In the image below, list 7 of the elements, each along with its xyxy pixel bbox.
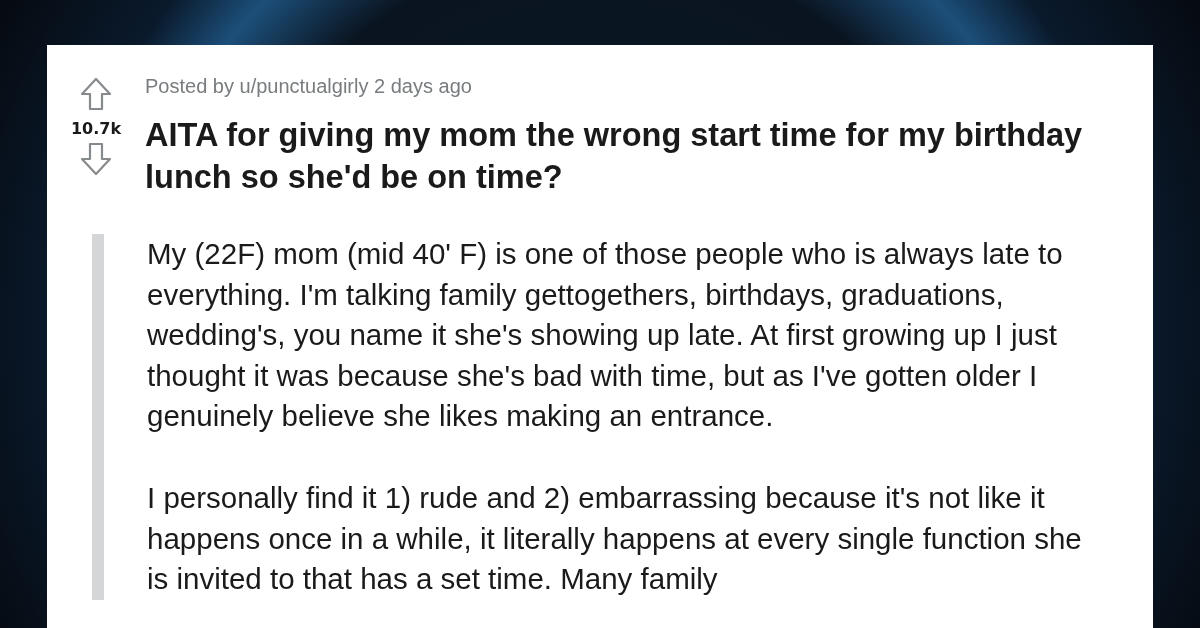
upvote-icon[interactable] (80, 77, 112, 111)
body-paragraph: My (22F) mom (mid 40' F) is one of those people who is always late to everything. I'm talking family gettogethers, birthdays, graduations, wedding's, you name it she's showing up late. At first growing up I just thought it was because she's bad with time, but as I've gotten older I genuinely believe she likes making an entrance. (147, 236, 1064, 435)
post-title: AITA for giving my mom the wrong start time for my birthday lunch so she'd be on time? (145, 116, 1084, 197)
post-meta: Posted by u/punctualgirly 2 days ago (145, 75, 473, 98)
downvote-icon[interactable] (80, 142, 112, 176)
vote-count: 10.7k (70, 118, 122, 138)
body-paragraph: I personally find it 1) rude and 2) embarrassing because it's not like it happens once in a while, it literally happens at every single function she is invited to that has a set time. Many family (147, 479, 1083, 598)
